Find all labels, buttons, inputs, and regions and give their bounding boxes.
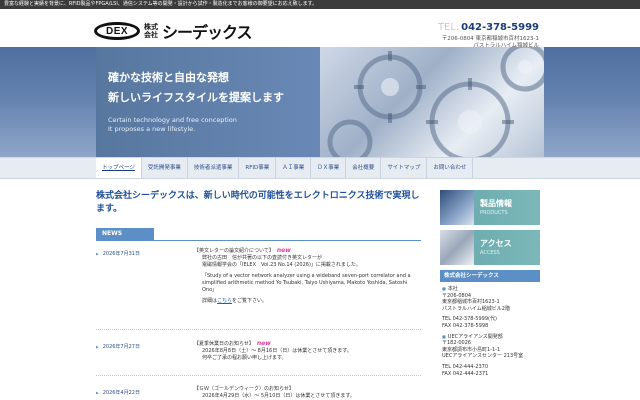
detail-suffix: をご覧下さい。 <box>232 298 268 304</box>
products-banner[interactable]: 製品情報 PRODUCTS <box>440 190 540 225</box>
news-line: 2026年4月29日（水）～ 5月10日（日）は休業とさせて頂きます。 <box>202 393 355 399</box>
news-tab: NEWS <box>96 228 154 240</box>
products-title: 製品情報 <box>480 199 512 208</box>
company-line: FAX 042-444-2371 <box>442 370 489 377</box>
news-quote: 「Study of a vector network analyzer usin… <box>202 273 411 293</box>
news-date: 2026年4月22日 <box>96 389 140 396</box>
new-badge: new <box>276 247 291 254</box>
company-block-uec: UECアライアンス開発部 〒182-0026 東京都調布市小島町1-1-1 UE… <box>442 334 540 360</box>
news-title-text: 【夏季休業日のお知らせ】 <box>194 341 254 347</box>
news-date: 2026年7月27日 <box>96 343 140 350</box>
nav-item-rfid[interactable]: RFID事業 <box>239 158 277 178</box>
news-detail: 詳細はこちらをご覧下さい。 <box>194 298 420 305</box>
news-item: 2026年4月22日 【ＧＷ（ゴールデンウィーク）のお知らせ】 2026年4月2… <box>96 382 421 400</box>
company-info-heading: 株式会社シーデックス <box>440 270 540 282</box>
news-date: 2026年7月31日 <box>96 250 140 257</box>
nav-item-ai[interactable]: ＡＩ事業 <box>276 158 312 178</box>
products-subtitle: PRODUCTS <box>480 210 508 216</box>
company-line: UECアライアンスセンター 213号室 <box>442 353 524 360</box>
hero-title-line-1: 確かな技術と自由な発想 <box>108 71 229 84</box>
news-body: 【ＧＷ（ゴールデンウィーク）のお知らせ】 2026年4月29日（水）～ 5月10… <box>194 386 420 400</box>
gears-image <box>320 47 544 157</box>
news-title: 【ＧＷ（ゴールデンウィーク）のお知らせ】 <box>194 386 294 392</box>
news-item: 2026年7月27日 【夏季休業日のお知らせ】new 2026年8月8日（土）～… <box>96 336 421 376</box>
company-line: 〒182-0026 <box>442 340 472 347</box>
news-line: 電磁情報学会の「IELEX Vol.23 No.14 (2026)」に掲載されま… <box>202 262 361 268</box>
news-body: 【英文レターの論文紹介について】 new 弊社の古田 信が共著の以下の査読付き英文… <box>194 247 420 305</box>
detail-prefix: 詳細は <box>202 298 218 304</box>
company-block-hq-contact: TEL 042-378-5999(代) FAX 042-378-5998 <box>442 316 540 329</box>
news-title-text: 【英文レターの論文紹介について】 <box>194 248 274 254</box>
access-subtitle: ACCESS <box>480 250 500 256</box>
nav-item-dx[interactable]: ＤＸ事業 <box>311 158 347 178</box>
news-title: 【夏季休業日のお知らせ】 new <box>194 340 420 348</box>
top-info-text: 豊富な経験と実績を背景に、RFID製品やFPGA/LSI、通信システム等の開発・… <box>4 1 318 7</box>
company-block-hq: 本社 〒206-0804 東京都稲城市百村1623-1 パストラルハイム稲城ビル… <box>442 286 540 312</box>
company-info: 本社 〒206-0804 東京都稲城市百村1623-1 パストラルハイム稲城ビル… <box>440 282 540 377</box>
products-image <box>440 190 474 225</box>
new-badge: new <box>256 340 271 347</box>
address-line-1: 〒206-0804 東京都稲城市百村1623-1 <box>441 36 539 42</box>
nav-item-sitemap[interactable]: サイトマップ <box>381 158 428 178</box>
tel-number: 042-378-5999 <box>461 22 539 33</box>
top-info-bar: 豊富な経験と実績を背景に、RFID製品やFPGA/LSI、通信システム等の開発・… <box>0 0 640 9</box>
header-tel: TEL. 042-378-5999 <box>438 22 539 33</box>
news-divider <box>96 240 421 241</box>
company-block-label: UECアライアンス開発部 <box>442 334 540 341</box>
company-line: TEL 042-444-2370 <box>442 363 489 370</box>
company-line: FAX 042-378-5998 <box>442 322 489 329</box>
hero-title-line-2: 新しいライフスタイルを提案します <box>108 91 284 104</box>
access-banner[interactable]: アクセス ACCESS <box>440 230 540 265</box>
nav-item-company[interactable]: 会社概要 <box>346 158 382 178</box>
news-body: 【夏季休業日のお知らせ】 new 2026年8月8日（土）～ 8月16日（日）は休… <box>194 340 420 362</box>
news-line: 弊社の古田 信が共著の以下の査読付き英文レターが <box>202 255 323 261</box>
nav-item-engineer-dispatch[interactable]: 技術者派遣事業 <box>188 158 240 178</box>
detail-link[interactable]: こちら <box>217 298 232 304</box>
access-title: アクセス <box>480 239 512 248</box>
nav-item-contract-development[interactable]: 受託開発事業 <box>142 158 188 178</box>
nav-item-contact[interactable]: お問い合わせ <box>427 158 474 178</box>
company-logo[interactable]: DEX 株式会社 シーデックス <box>94 21 253 42</box>
nav-item-top[interactable]: トップページ <box>96 158 142 178</box>
page-headline: 株式会社シーデックスは、新しい時代の可能性をエレクトロニクス技術で実現します。 <box>96 191 420 214</box>
company-block-label: 本社 <box>442 286 540 293</box>
gears-illustration <box>327 47 544 157</box>
sidebar: 製品情報 PRODUCTS アクセス ACCESS 株式会社シーデックス 本社 … <box>440 190 544 381</box>
hero-english-line-1: Certain technology and free conception <box>108 116 237 124</box>
hero-english-line-2: It proposes a new lifestyle. <box>108 125 196 133</box>
news-line: 2026年8月8日（土）～ 8月16日（日）は休業とさせて頂きます。 <box>202 348 352 354</box>
company-line: パストラルハイム稲城ビル2階 <box>442 305 510 312</box>
news-item: 2026年7月31日 【英文レターの論文紹介について】new 弊社の古田 信が共… <box>96 243 421 330</box>
news-title: 【英文レターの論文紹介について】 new <box>194 247 420 255</box>
company-line: 東京都稲城市百村1623-1 <box>442 299 500 306</box>
news-line: 何卒ご了承の程お願い申し上げます。 <box>202 355 287 361</box>
tel-label: TEL. <box>437 22 460 33</box>
logo-mark: DEX <box>94 22 140 40</box>
company-block-uec-contact: TEL 042-444-2370 FAX 042-444-2371 <box>442 364 540 377</box>
main-nav: トップページ 受託開発事業 技術者派遣事業 RFID事業 ＡＩ事業 ＤＸ事業 会… <box>0 157 640 179</box>
logo-name: シーデックス <box>162 23 253 42</box>
company-line: TEL 042-378-5999(代) <box>442 316 497 323</box>
nav-items: トップページ 受託開発事業 技術者派遣事業 RFID事業 ＡＩ事業 ＤＸ事業 会… <box>96 158 474 178</box>
access-image <box>440 230 474 265</box>
hero-banner: 確かな技術と自由な発想 新しいライフスタイルを提案します Certain tec… <box>0 47 640 157</box>
logo-kaisha: 株式会社 <box>144 23 158 39</box>
site-header: DEX 株式会社 シーデックス TEL. 042-378-5999 〒206-08… <box>0 9 640 49</box>
